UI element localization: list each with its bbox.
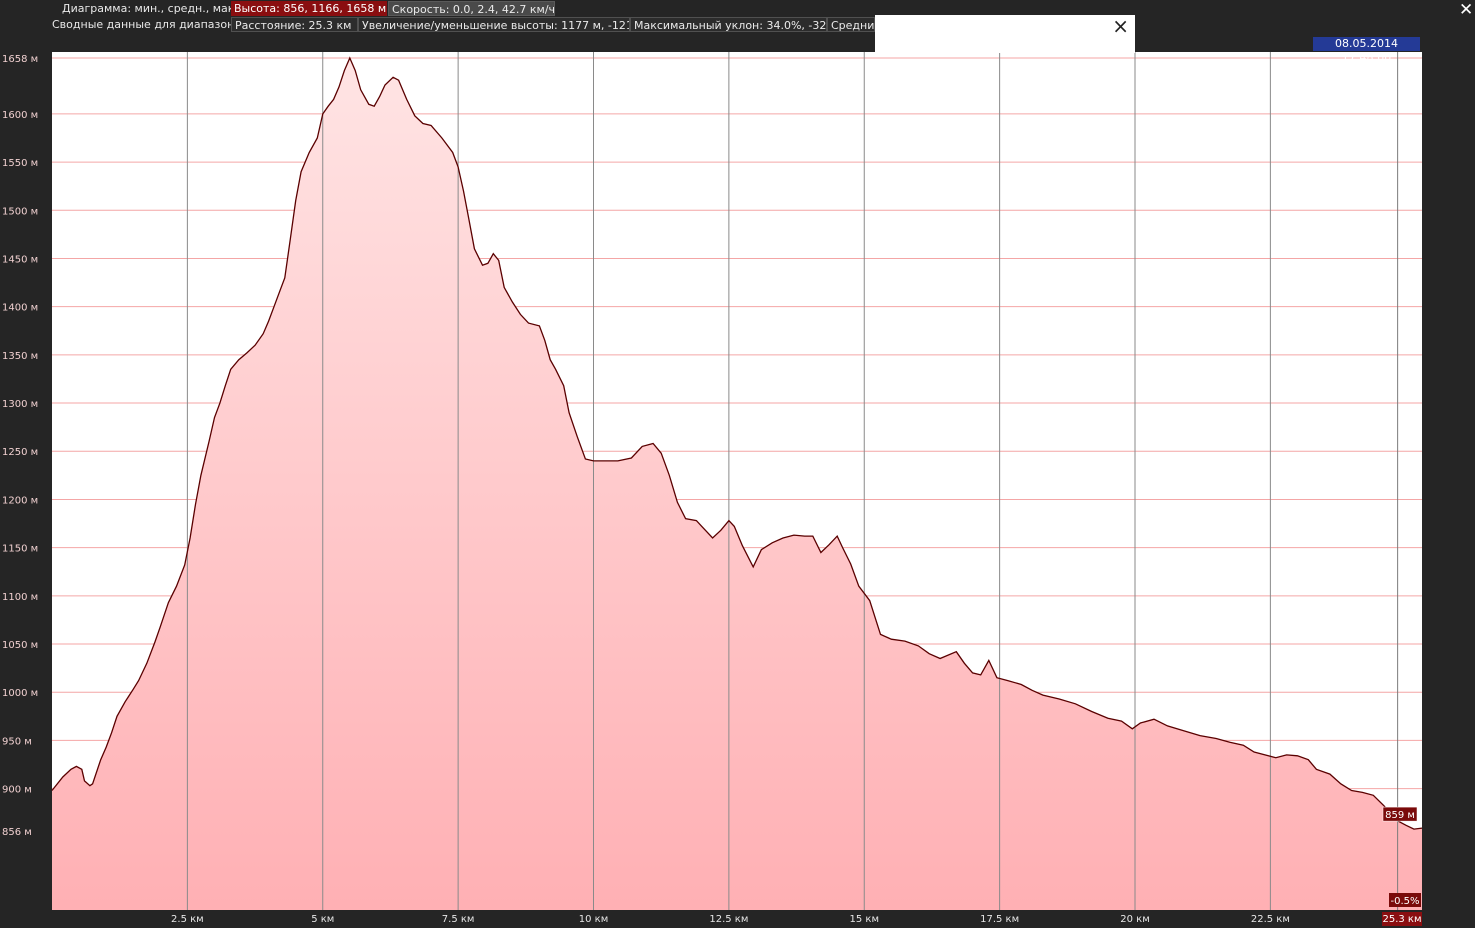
x-tick-label: 7.5 км xyxy=(442,914,475,925)
y-tick-label: 1050 м xyxy=(2,640,38,651)
speed-stats-field[interactable]: Скорость: 0.0, 2.4, 42.7 км/ч xyxy=(388,1,555,16)
y-tick-label: 1350 м xyxy=(2,351,38,362)
elevation-change-field[interactable]: Увеличение/уменьшение высоты: 1177 м, -1… xyxy=(358,17,630,32)
y-tick-label: 1250 м xyxy=(2,447,38,458)
y-tick-label: 1000 м xyxy=(2,688,38,699)
popup-panel: × xyxy=(875,15,1135,53)
x-tick-label: 12.5 км xyxy=(709,914,748,925)
x-tick-label: 2.5 км xyxy=(171,914,204,925)
x-axis-labels: 2.5 км 5 км 7.5 км 10 км 12.5 км 15 км 17.5 км… xyxy=(171,914,1290,925)
x-end-label: 25.3 км xyxy=(1382,914,1421,925)
window-close-icon[interactable]: ✕ xyxy=(1459,0,1473,20)
x-tick-label: 20 км xyxy=(1120,914,1150,925)
elevation-chart[interactable]: 1658 м 1600 м 1550 м 1500 м 1450 м 1400 м 1350… xyxy=(0,0,1475,928)
y-tick-label: 1400 м xyxy=(2,303,38,314)
y-tick-label: 1150 м xyxy=(2,544,38,555)
current-slope-tag: -0.5% xyxy=(1389,893,1421,907)
x-tick-label: 15 км xyxy=(850,914,880,925)
y-tick-label: 1200 м xyxy=(2,495,38,506)
y-tick-label: 1550 м xyxy=(2,158,38,169)
y-tick-label: 1500 м xyxy=(2,206,38,217)
y-tick-label: 1100 м xyxy=(2,592,38,603)
current-height-label: 859 м xyxy=(1385,810,1415,821)
y-tick-label: 856 м xyxy=(2,827,32,838)
distance-field[interactable]: Расстояние: 25.3 км xyxy=(231,17,358,32)
summary-chart-label: Диаграмма: мин., средн., макс.: xyxy=(62,2,248,15)
close-icon[interactable]: × xyxy=(1112,15,1129,37)
y-tick-label: 1658 м xyxy=(2,54,38,65)
current-height-tag: 859 м xyxy=(1382,806,1418,822)
y-tick-label: 950 м xyxy=(2,736,32,747)
y-tick-label: 1450 м xyxy=(2,254,38,265)
x-tick-label: 10 км xyxy=(579,914,609,925)
y-tick-label: 900 м xyxy=(2,785,32,796)
datetime-badge: 08.05.2014 17:48:00 xyxy=(1313,37,1420,64)
y-tick-label: 1300 м xyxy=(2,399,38,410)
y-axis-labels: 1658 м 1600 м 1550 м 1500 м 1450 м 1400 м 1350… xyxy=(2,54,38,838)
x-tick-label: 5 км xyxy=(311,914,334,925)
x-tick-label: 17.5 км xyxy=(980,914,1019,925)
x-end-tag: 25.3 км xyxy=(1382,912,1422,926)
max-slope-field[interactable]: Максимальный уклон: 34.0%, -32.1% xyxy=(630,17,827,32)
y-tick-label: 1600 м xyxy=(2,110,38,121)
current-slope-label: -0.5% xyxy=(1390,896,1419,907)
average-field[interactable]: Средний xyxy=(827,17,875,32)
x-tick-label: 22.5 км xyxy=(1251,914,1290,925)
height-stats-field[interactable]: Высота: 856, 1166, 1658 м xyxy=(231,1,387,16)
range-summary-label: Сводные данные для диапазона: xyxy=(52,18,245,31)
